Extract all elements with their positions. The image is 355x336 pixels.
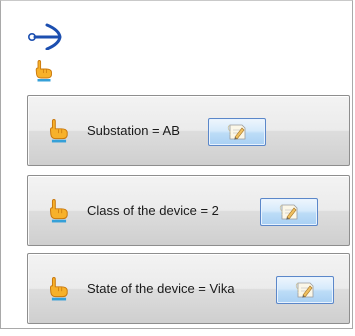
edit-note-icon bbox=[295, 282, 314, 298]
edit-condition-button[interactable] bbox=[260, 198, 318, 226]
condition-row-substation[interactable]: Substation = AB bbox=[27, 95, 350, 166]
edit-note-icon bbox=[279, 204, 298, 220]
pointing-hand-icon bbox=[49, 277, 68, 301]
condition-label: State of the device = Vika bbox=[87, 281, 235, 296]
edit-note-icon bbox=[227, 124, 246, 140]
pointing-hand-icon bbox=[35, 60, 52, 82]
pointing-hand-icon bbox=[49, 119, 68, 143]
condition-row-device-state[interactable]: State of the device = Vika bbox=[27, 253, 350, 324]
condition-row-device-class[interactable]: Class of the device = 2 bbox=[27, 175, 350, 246]
pointing-hand-icon bbox=[49, 199, 68, 223]
condition-label: Substation = AB bbox=[87, 123, 180, 138]
edit-condition-button[interactable] bbox=[276, 276, 334, 304]
arrow-right-icon[interactable] bbox=[28, 20, 64, 50]
condition-label: Class of the device = 2 bbox=[87, 203, 219, 218]
edit-condition-button[interactable] bbox=[208, 118, 266, 146]
conditions-panel: Substation = AB Class of the device = 2 bbox=[0, 0, 353, 329]
